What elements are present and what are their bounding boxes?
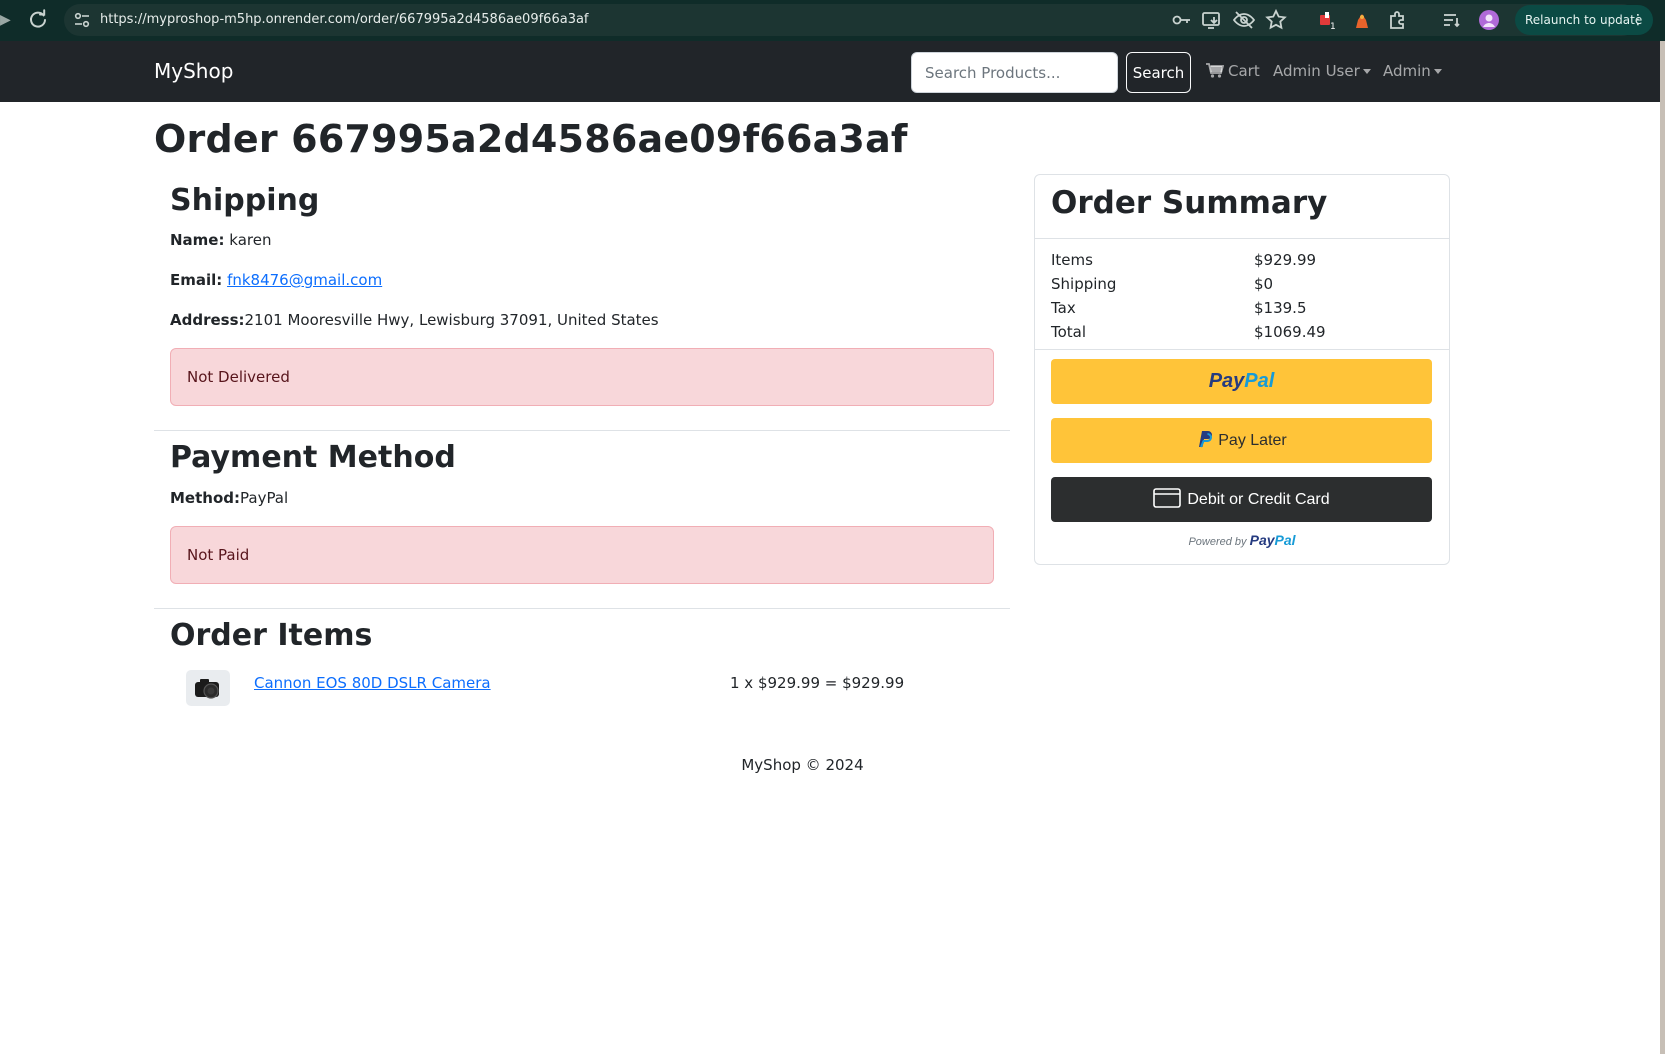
- bookmark-star-icon[interactable]: [1264, 8, 1288, 32]
- order-item-link[interactable]: Cannon EOS 80D DSLR Camera: [254, 674, 491, 692]
- summary-value: $929.99: [1254, 251, 1317, 269]
- section-divider: [154, 430, 1010, 431]
- pay-later-button[interactable]: Pay Later: [1051, 418, 1432, 463]
- svg-text:1: 1: [1330, 22, 1336, 32]
- chevron-down-icon: [1362, 69, 1371, 74]
- admin-menu-dropdown[interactable]: Admin: [1383, 41, 1442, 102]
- summary-value: $1069.49: [1254, 323, 1326, 341]
- summary-value: $0: [1254, 275, 1274, 293]
- cart-icon: [1206, 63, 1224, 78]
- install-app-icon[interactable]: [1200, 8, 1224, 32]
- payment-method-line: Method:PayPal: [170, 489, 288, 507]
- email-link[interactable]: fnk8476@gmail.com: [227, 271, 382, 289]
- extension-icon[interactable]: 1: [1316, 8, 1340, 32]
- cart-label: Cart: [1228, 62, 1260, 80]
- relaunch-to-update-button[interactable]: Relaunch to update ⋮: [1515, 5, 1653, 35]
- method-value: PayPal: [240, 489, 289, 507]
- paypal-p-icon: [1199, 431, 1213, 448]
- relaunch-label: Relaunch to update: [1525, 13, 1643, 27]
- paypal-logo: PayPal: [1249, 532, 1296, 548]
- summary-label: Tax: [1051, 299, 1076, 317]
- summary-row-total: Total $1069.49: [1051, 323, 1431, 347]
- address-label: Address:: [170, 311, 245, 329]
- order-summary-card: Order Summary Items $929.99 Shipping $0 …: [1034, 174, 1450, 565]
- summary-row-tax: Tax $139.5: [1051, 299, 1431, 323]
- shipping-name-line: Name: karen: [170, 231, 271, 249]
- paypal-logo: PayPal: [1208, 370, 1275, 392]
- shipping-address-line: Address:2101 Mooresville Hwy, Lewisburg …: [170, 311, 659, 329]
- order-summary-heading: Order Summary: [1051, 185, 1328, 221]
- page-title: Order 667995a2d4586ae09f66a3af: [154, 117, 908, 161]
- paypal-button[interactable]: PayPal: [1051, 359, 1432, 404]
- order-item-calculation: 1 x $929.99 = $929.99: [730, 674, 905, 692]
- reading-list-icon[interactable]: [1440, 8, 1464, 32]
- delivery-status-alert: Not Delivered: [170, 348, 994, 406]
- summary-label: Total: [1051, 323, 1087, 341]
- card-button-label: Debit or Credit Card: [1187, 491, 1330, 508]
- name-value: karen: [229, 231, 272, 249]
- summary-row-items: Items $929.99: [1051, 251, 1431, 275]
- admin-menu-label: Admin: [1383, 62, 1431, 80]
- order-items-heading: Order Items: [170, 618, 373, 653]
- method-label: Method:: [170, 489, 240, 507]
- email-label: Email:: [170, 271, 223, 289]
- payment-status-alert: Not Paid: [170, 526, 994, 584]
- search-input[interactable]: [911, 52, 1118, 93]
- search-button[interactable]: Search: [1126, 52, 1191, 93]
- browser-toolbar: ▶ https://myproshop-m5hp.onrender.com/or…: [0, 0, 1665, 41]
- site-navbar: MyShop Search Cart Admin User Admin: [0, 41, 1660, 102]
- credit-card-icon: [1153, 488, 1182, 508]
- card-divider: [1035, 238, 1449, 239]
- summary-label: Shipping: [1051, 275, 1117, 293]
- name-label: Name:: [170, 231, 225, 249]
- password-key-icon[interactable]: [1170, 8, 1194, 32]
- shipping-heading: Shipping: [170, 183, 320, 218]
- user-menu-label: Admin User: [1273, 62, 1360, 80]
- summary-label: Items: [1051, 251, 1093, 269]
- summary-value: $139.5: [1254, 299, 1307, 317]
- product-thumbnail: [186, 670, 230, 706]
- eye-off-icon[interactable]: [1232, 8, 1256, 32]
- debit-credit-card-button[interactable]: Debit or Credit Card: [1051, 477, 1432, 522]
- profile-avatar-icon[interactable]: [1477, 8, 1501, 32]
- more-options-icon[interactable]: ⋮: [1631, 5, 1645, 35]
- payment-heading: Payment Method: [170, 440, 456, 475]
- shipping-email-line: Email: fnk8476@gmail.com: [170, 271, 382, 289]
- chevron-down-icon: [1433, 69, 1442, 74]
- user-menu-dropdown[interactable]: Admin User: [1273, 41, 1371, 102]
- window-edge: [1660, 41, 1665, 1054]
- footer-copyright: MyShop © 2024: [741, 756, 864, 774]
- brand-logo[interactable]: MyShop: [154, 41, 233, 102]
- summary-row-shipping: Shipping $0: [1051, 275, 1431, 299]
- card-divider: [1035, 349, 1449, 350]
- address-value: 2101 Mooresville Hwy, Lewisburg 37091, U…: [244, 311, 659, 329]
- extensions-puzzle-icon[interactable]: [1386, 8, 1410, 32]
- extension-fox-icon[interactable]: [1350, 8, 1374, 32]
- cart-link[interactable]: Cart: [1206, 41, 1260, 102]
- camera-icon: [195, 679, 219, 699]
- pay-later-label: Pay Later: [1218, 432, 1287, 449]
- powered-by-paypal: Powered by PayPal: [1188, 532, 1296, 548]
- section-divider: [154, 608, 1010, 609]
